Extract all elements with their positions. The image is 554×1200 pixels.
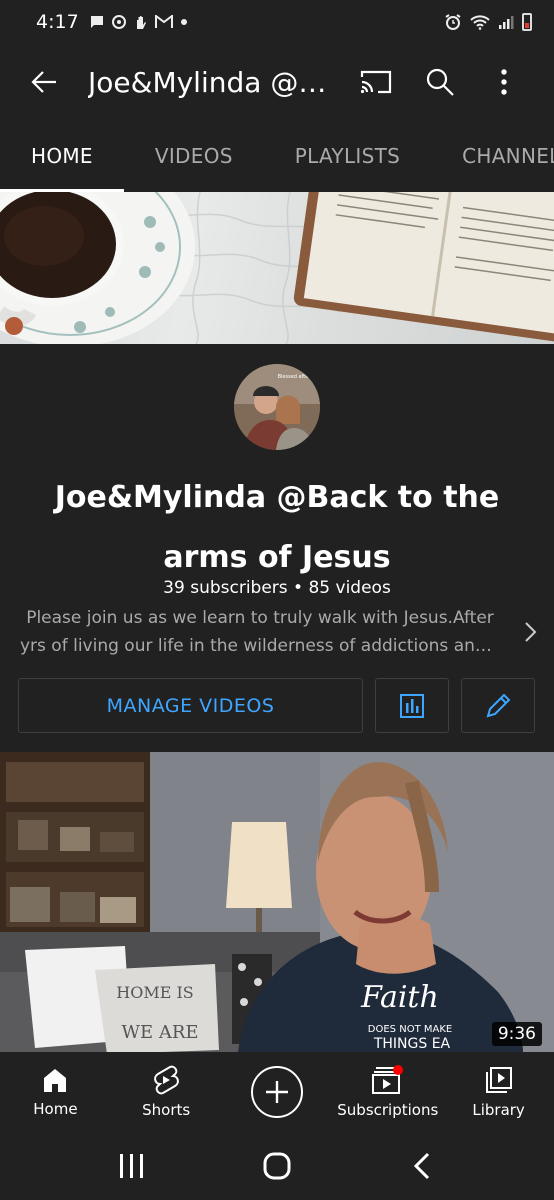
avatar-caption: Blessed after xyxy=(278,374,312,380)
search-button[interactable] xyxy=(408,46,472,118)
gmail-icon xyxy=(154,15,173,28)
bottom-navigation: Home Shorts Subscriptions Library xyxy=(0,1052,554,1132)
tab-playlists[interactable]: PLAYLISTS xyxy=(264,120,431,192)
shorts-icon xyxy=(154,1065,180,1095)
channel-stats: 39 subscribers • 85 videos xyxy=(163,578,391,598)
tab-home[interactable]: HOME xyxy=(0,120,124,192)
channel-avatar[interactable]: Blessed after xyxy=(234,364,320,450)
edit-channel-button[interactable] xyxy=(461,678,535,733)
featured-video-thumbnail[interactable]: HOME IS WE ARE Faith DOES NOT MAKE THING… xyxy=(0,752,554,1052)
more-options-button[interactable] xyxy=(472,46,536,118)
pencil-icon xyxy=(486,693,511,717)
back-system-button[interactable] xyxy=(392,1136,452,1196)
channel-description[interactable]: Please join us as we learn to truly walk… xyxy=(20,604,500,660)
description-line-2: yrs of living our life in the wilderness… xyxy=(20,636,500,656)
tab-channels[interactable]: CHANNELS xyxy=(431,120,554,192)
manage-videos-button[interactable]: MANAGE VIDEOS xyxy=(18,678,363,733)
create-icon xyxy=(250,1066,303,1118)
arrow-back-icon xyxy=(31,71,56,93)
channel-tabs: HOME VIDEOS PLAYLISTS CHANNELS xyxy=(0,120,554,192)
video-image: HOME IS WE ARE Faith DOES NOT MAKE THING… xyxy=(0,752,554,1052)
cast-icon xyxy=(360,70,392,94)
nav-create[interactable] xyxy=(222,1052,333,1132)
home-icon xyxy=(44,1069,67,1092)
home-system-button[interactable] xyxy=(247,1136,307,1196)
recent-apps-icon xyxy=(120,1154,144,1178)
svg-text:THINGS EA: THINGS EA xyxy=(373,1036,451,1052)
signal-icon xyxy=(499,16,514,29)
notification-icons xyxy=(89,14,189,30)
subscriptions-icon xyxy=(371,1065,403,1094)
chevron-right-icon[interactable] xyxy=(518,620,542,644)
video-duration: 9:36 xyxy=(491,1022,542,1046)
tab-videos[interactable]: VIDEOS xyxy=(124,120,264,192)
nav-home-label: Home xyxy=(33,1100,78,1118)
alarm-icon xyxy=(445,14,461,30)
wifi-icon xyxy=(470,15,490,30)
cast-button[interactable] xyxy=(344,46,408,118)
system-navigation-bar xyxy=(0,1132,554,1200)
nav-library[interactable]: Library xyxy=(443,1052,554,1132)
channel-banner xyxy=(0,192,554,344)
shirt-text: Faith xyxy=(360,980,439,1015)
description-line-1: Please join us as we learn to truly walk… xyxy=(26,608,494,628)
svg-text:WE ARE: WE ARE xyxy=(121,1022,198,1043)
back-button[interactable] xyxy=(0,46,88,118)
chevron-left-icon xyxy=(413,1152,429,1180)
analytics-button[interactable] xyxy=(375,678,449,733)
recent-apps-button[interactable] xyxy=(102,1136,162,1196)
banner-image xyxy=(0,192,554,344)
app-title: Joe&Mylinda @Back to the arms of Jesus xyxy=(88,65,328,99)
message-icon xyxy=(90,16,103,28)
more-vert-icon xyxy=(501,69,507,95)
svg-text:DOES NOT MAKE: DOES NOT MAKE xyxy=(368,1024,452,1035)
dot-icon xyxy=(180,19,187,25)
nav-library-label: Library xyxy=(472,1101,525,1119)
sync-icon xyxy=(111,15,126,29)
channel-name: Joe&Mylinda @Back to the arms of Jesus xyxy=(54,480,500,575)
home-circle-icon xyxy=(263,1152,291,1180)
battery-icon xyxy=(522,13,532,31)
status-bar: 4:17 xyxy=(0,0,554,44)
analytics-icon xyxy=(400,693,424,718)
avatar-image: Blessed after xyxy=(234,364,320,450)
app-bar: Joe&Mylinda @Back to the arms of Jesus xyxy=(0,46,554,118)
search-icon xyxy=(426,68,454,96)
nav-shorts[interactable]: Shorts xyxy=(111,1052,222,1132)
nav-home[interactable]: Home xyxy=(0,1052,111,1132)
nav-shorts-label: Shorts xyxy=(142,1101,191,1119)
nav-subscriptions[interactable]: Subscriptions xyxy=(332,1052,443,1132)
hand-icon xyxy=(136,16,146,29)
status-time: 4:17 xyxy=(36,11,79,33)
library-icon xyxy=(485,1067,512,1093)
system-status-icons xyxy=(444,13,532,31)
pillow-text: HOME IS xyxy=(116,983,194,1002)
nav-subscriptions-label: Subscriptions xyxy=(337,1101,439,1119)
